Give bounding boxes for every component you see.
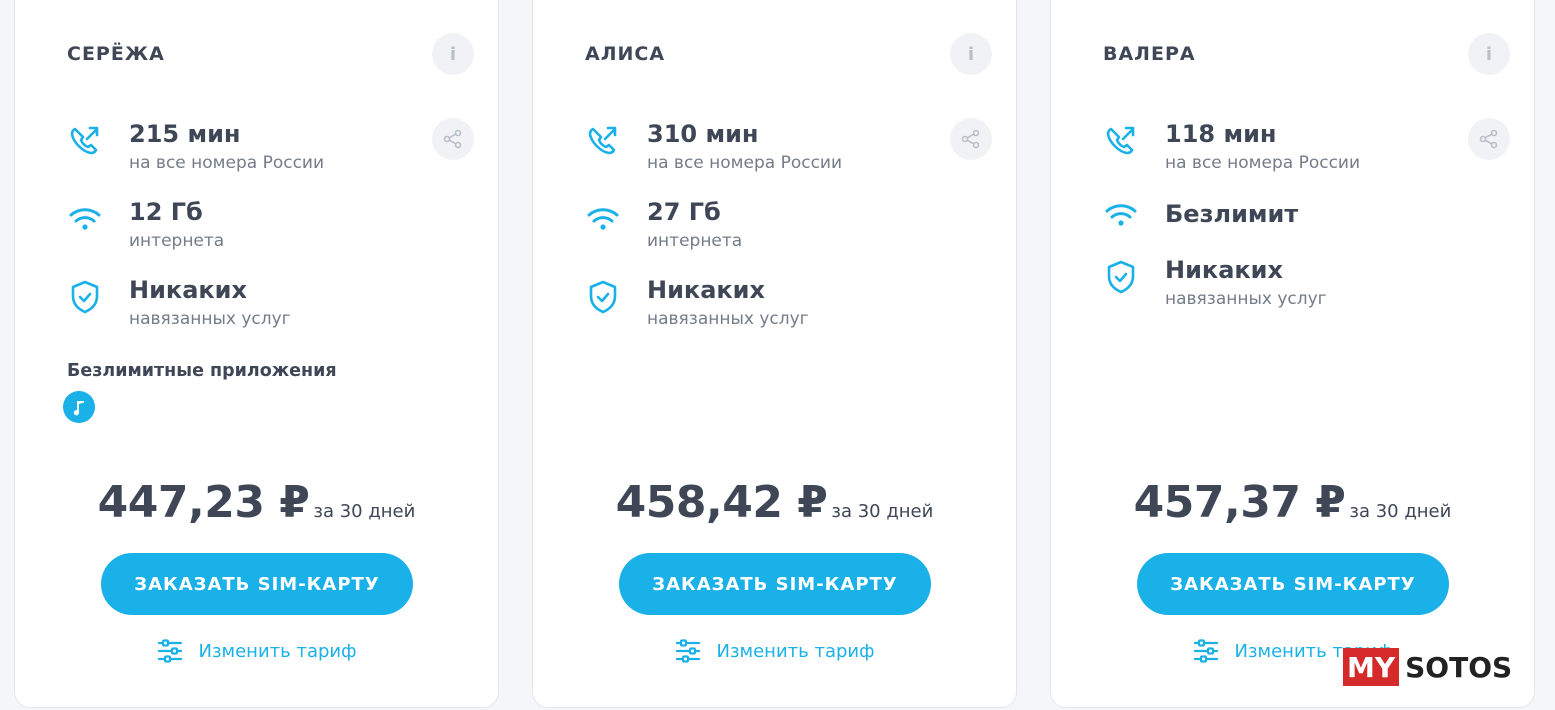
wifi-icon	[587, 208, 619, 230]
feature-services: Никаких навязанных услуг	[585, 275, 809, 331]
services-subtitle: навязанных услуг	[129, 309, 291, 329]
unlimited-apps-label: Безлимитные приложения	[67, 361, 337, 381]
info-button[interactable]: i	[432, 33, 474, 75]
watermark-my: MY	[1343, 648, 1400, 686]
internet-subtitle: интернета	[129, 231, 225, 251]
wifi-icon	[69, 208, 101, 230]
shield-check-icon	[589, 280, 617, 314]
price-row: 457,37 ₽ за 30 дней	[1051, 477, 1534, 528]
phone-call-icon	[70, 126, 99, 155]
info-button[interactable]: i	[1468, 33, 1510, 75]
wifi-icon	[1105, 204, 1137, 226]
order-sim-button[interactable]: ЗАКАЗАТЬ SIM-КАРТУ	[619, 553, 931, 615]
feature-internet: 12 Гб интернета	[67, 197, 224, 253]
feature-minutes: 118 мин на все номера России	[1103, 119, 1360, 175]
music-icon	[73, 401, 84, 416]
feature-minutes: 310 мин на все номера России	[585, 119, 842, 175]
change-tariff-link[interactable]: Изменить тариф	[533, 637, 1016, 665]
services-value: Никаких	[129, 276, 247, 304]
price-row: 447,23 ₽ за 30 дней	[15, 477, 498, 528]
info-button[interactable]: i	[950, 33, 992, 75]
services-subtitle: навязанных услуг	[647, 309, 809, 329]
change-tariff-link[interactable]: Изменить тариф	[15, 637, 498, 665]
services-value: Никаких	[1165, 256, 1283, 284]
info-icon: i	[967, 43, 975, 65]
tariff-name: ВАЛЕРА	[1103, 43, 1196, 65]
price-row: 458,42 ₽ за 30 дней	[533, 477, 1016, 528]
minutes-subtitle: на все номера России	[1165, 153, 1361, 173]
price: 447,23 ₽	[97, 477, 310, 528]
price-period: за 30 дней	[313, 501, 416, 522]
tariff-card-alisa: АЛИСА i 310 мин на все номера России 27 …	[532, 0, 1017, 708]
feature-services: Никаких навязанных услуг	[67, 275, 291, 331]
minutes-subtitle: на все номера России	[129, 153, 325, 173]
order-sim-button[interactable]: ЗАКАЗАТЬ SIM-КАРТУ	[1137, 553, 1449, 615]
watermark-sotos: SOTOS	[1399, 648, 1519, 686]
tariff-name: АЛИСА	[585, 43, 666, 65]
internet-value: 12 Гб	[129, 198, 203, 226]
share-icon	[443, 129, 462, 149]
feature-internet: 27 Гб интернета	[585, 197, 742, 253]
services-subtitle: навязанных услуг	[1165, 289, 1327, 309]
minutes-value: 215 мин	[129, 120, 241, 148]
order-sim-button[interactable]: ЗАКАЗАТЬ SIM-КАРТУ	[101, 553, 413, 615]
change-tariff-label: Изменить тариф	[198, 640, 357, 662]
sliders-icon	[676, 639, 701, 663]
minutes-subtitle: на все номера России	[647, 153, 843, 173]
sliders-icon	[158, 639, 183, 663]
share-button[interactable]	[432, 118, 474, 160]
minutes-value: 118 мин	[1165, 120, 1277, 148]
mysotos-watermark: MY SOTOS	[1343, 648, 1519, 686]
price-period: за 30 дней	[831, 501, 934, 522]
price: 457,37 ₽	[1133, 477, 1346, 528]
share-icon	[961, 129, 980, 149]
phone-call-icon	[1106, 126, 1135, 155]
info-icon: i	[1485, 43, 1493, 65]
share-icon	[1479, 129, 1498, 149]
change-tariff-label: Изменить тариф	[716, 640, 875, 662]
sliders-icon	[1194, 639, 1219, 663]
shield-check-icon	[71, 280, 99, 314]
price: 458,42 ₽	[615, 477, 828, 528]
feature-services: Никаких навязанных услуг	[1103, 255, 1327, 311]
phone-call-icon	[588, 126, 617, 155]
internet-value: 27 Гб	[647, 198, 721, 226]
music-app-badge	[63, 391, 95, 423]
internet-value: Безлимит	[1165, 200, 1299, 228]
internet-subtitle: интернета	[647, 231, 743, 251]
tariff-card-seryozha: СЕРЁЖА i 215 мин на все номера России 12…	[14, 0, 499, 708]
tariff-name: СЕРЁЖА	[67, 43, 165, 65]
share-button[interactable]	[1468, 118, 1510, 160]
services-value: Никаких	[647, 276, 765, 304]
share-button[interactable]	[950, 118, 992, 160]
feature-internet: Безлимит	[1103, 199, 1298, 233]
feature-minutes: 215 мин на все номера России	[67, 119, 324, 175]
tariff-card-valera: ВАЛЕРА i 118 мин на все номера России Бе…	[1050, 0, 1535, 708]
minutes-value: 310 мин	[647, 120, 759, 148]
info-icon: i	[449, 43, 457, 65]
shield-check-icon	[1107, 260, 1135, 294]
price-period: за 30 дней	[1349, 501, 1452, 522]
